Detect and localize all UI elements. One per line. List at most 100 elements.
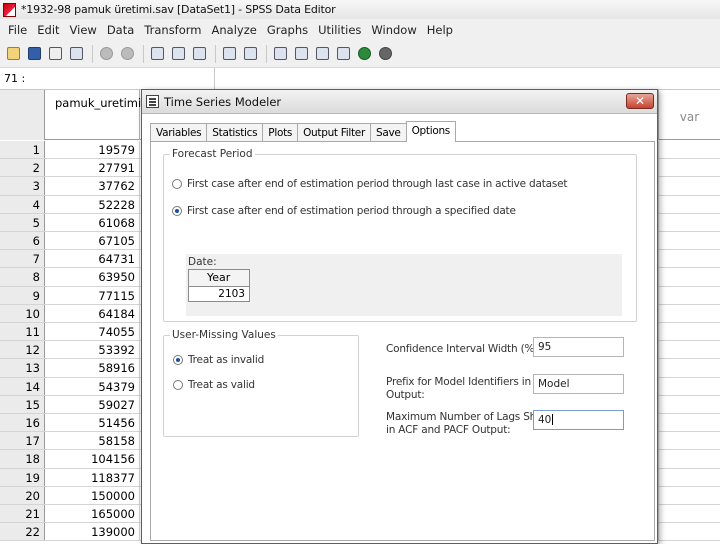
empty-cell[interactable] [658, 286, 720, 304]
data-cell[interactable]: 165000 [45, 505, 140, 523]
column-header-pamuk-uretimi[interactable]: pamuk_uretimi [45, 90, 141, 140]
row-number[interactable]: 21 [0, 505, 45, 523]
find-button[interactable] [190, 44, 209, 63]
data-cell[interactable]: 64184 [45, 304, 140, 322]
menu-view[interactable]: View [65, 23, 102, 37]
insert-cases-button[interactable] [220, 44, 239, 63]
menu-transform[interactable]: Transform [139, 23, 206, 37]
empty-cell[interactable] [658, 486, 720, 504]
data-cell[interactable]: 77115 [45, 286, 140, 304]
open-file-button[interactable] [4, 44, 23, 63]
empty-cell[interactable] [658, 195, 720, 213]
close-button[interactable]: ✕ [626, 93, 654, 109]
row-number[interactable]: 14 [0, 377, 45, 395]
save-button[interactable] [25, 44, 44, 63]
radio-treat-as-valid[interactable] [173, 380, 183, 390]
dialog-recall-button[interactable] [67, 44, 86, 63]
empty-cell[interactable] [658, 414, 720, 432]
menu-file[interactable]: File [3, 23, 32, 37]
empty-cell[interactable] [658, 250, 720, 268]
dialog-titlebar[interactable]: Time Series Modeler ✕ [142, 90, 657, 114]
model-prefix-input[interactable]: Model [533, 374, 624, 394]
empty-cell[interactable] [658, 505, 720, 523]
empty-cell[interactable] [658, 232, 720, 250]
row-number[interactable]: 19 [0, 468, 45, 486]
empty-cell[interactable] [658, 450, 720, 468]
menu-data[interactable]: Data [102, 23, 139, 37]
menu-window[interactable]: Window [366, 23, 421, 37]
row-number[interactable]: 9 [0, 286, 45, 304]
empty-cell[interactable] [658, 268, 720, 286]
forecast-option-specified-date[interactable]: First case after end of estimation perio… [172, 205, 516, 217]
menu-utilities[interactable]: Utilities [313, 23, 366, 37]
row-number[interactable]: 3 [0, 177, 45, 195]
empty-cell[interactable] [658, 141, 720, 159]
value-labels-button[interactable] [334, 44, 353, 63]
menu-help[interactable]: Help [422, 23, 458, 37]
row-number[interactable]: 1 [0, 141, 45, 159]
row-number[interactable]: 2 [0, 159, 45, 177]
data-cell[interactable]: 150000 [45, 486, 140, 504]
row-number[interactable]: 4 [0, 195, 45, 213]
data-cell[interactable]: 67105 [45, 232, 140, 250]
max-lags-input[interactable]: 40 [533, 410, 624, 430]
data-cell[interactable]: 52228 [45, 195, 140, 213]
missing-option-invalid[interactable]: Treat as invalid [173, 354, 264, 366]
empty-cell[interactable] [658, 213, 720, 231]
radio-last-case[interactable] [172, 179, 182, 189]
data-cell[interactable]: 63950 [45, 268, 140, 286]
row-number[interactable]: 6 [0, 232, 45, 250]
empty-cell[interactable] [658, 359, 720, 377]
menu-analyze[interactable]: Analyze [207, 23, 262, 37]
variables-button[interactable] [169, 44, 188, 63]
empty-cell[interactable] [658, 341, 720, 359]
row-number[interactable]: 17 [0, 432, 45, 450]
print-button[interactable] [46, 44, 65, 63]
row-number[interactable]: 12 [0, 341, 45, 359]
menu-graphs[interactable]: Graphs [262, 23, 313, 37]
use-sets-button[interactable] [355, 44, 374, 63]
menu-edit[interactable]: Edit [32, 23, 64, 37]
select-cases-button[interactable] [313, 44, 332, 63]
forecast-option-last-case[interactable]: First case after end of estimation perio… [172, 178, 568, 190]
row-number[interactable]: 16 [0, 414, 45, 432]
row-number[interactable]: 8 [0, 268, 45, 286]
empty-cell[interactable] [658, 468, 720, 486]
data-cell[interactable]: 59027 [45, 395, 140, 413]
tab-options[interactable]: Options [405, 121, 456, 142]
row-number[interactable]: 11 [0, 323, 45, 341]
data-cell[interactable]: 27791 [45, 159, 140, 177]
grid-corner[interactable] [0, 90, 45, 140]
radio-treat-as-invalid[interactable] [173, 355, 183, 365]
empty-cell[interactable] [658, 304, 720, 322]
data-cell[interactable]: 19579 [45, 141, 140, 159]
empty-cell[interactable] [658, 432, 720, 450]
tab-statistics[interactable]: Statistics [206, 123, 264, 142]
confidence-width-input[interactable]: 95 [533, 337, 624, 357]
split-file-button[interactable] [271, 44, 290, 63]
radio-specified-date[interactable] [172, 206, 182, 216]
data-cell[interactable]: 139000 [45, 523, 140, 541]
data-cell[interactable]: 53392 [45, 341, 140, 359]
weight-cases-button[interactable] [292, 44, 311, 63]
data-cell[interactable]: 58916 [45, 359, 140, 377]
data-cell[interactable]: 64731 [45, 250, 140, 268]
cell-value-editor[interactable] [216, 68, 720, 89]
row-number[interactable]: 5 [0, 213, 45, 231]
row-number[interactable]: 22 [0, 523, 45, 541]
empty-cell[interactable] [658, 159, 720, 177]
tab-save[interactable]: Save [369, 123, 407, 142]
undo-button[interactable] [97, 44, 116, 63]
tab-variables[interactable]: Variables [150, 123, 208, 142]
data-cell[interactable]: 74055 [45, 323, 140, 341]
data-cell[interactable]: 51456 [45, 414, 140, 432]
empty-cell[interactable] [658, 395, 720, 413]
data-cell[interactable]: 54379 [45, 377, 140, 395]
row-number[interactable]: 13 [0, 359, 45, 377]
empty-cell[interactable] [658, 523, 720, 541]
data-cell[interactable]: 104156 [45, 450, 140, 468]
missing-option-valid[interactable]: Treat as valid [173, 379, 255, 391]
redo-button[interactable] [118, 44, 137, 63]
data-cell[interactable]: 61068 [45, 213, 140, 231]
row-number[interactable]: 15 [0, 395, 45, 413]
